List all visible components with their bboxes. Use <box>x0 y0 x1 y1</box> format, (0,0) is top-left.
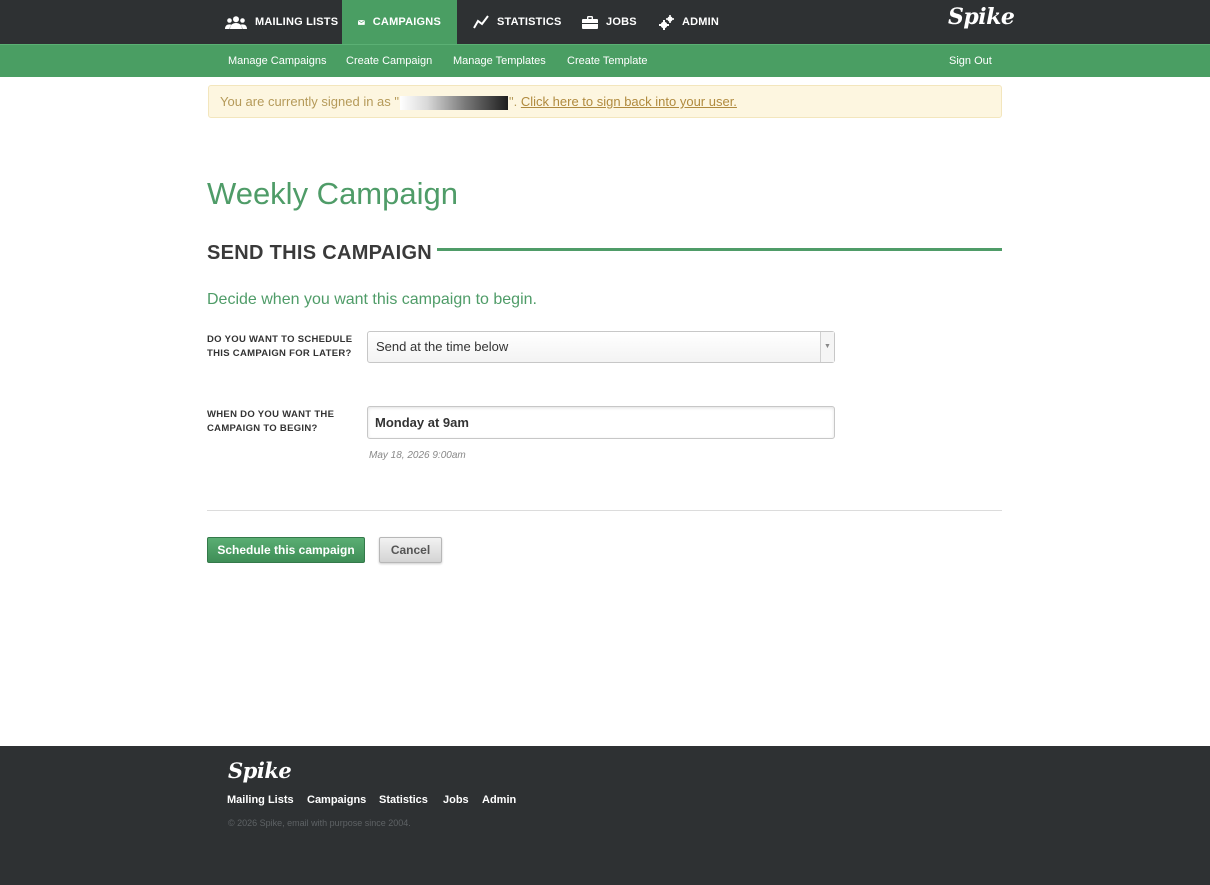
nav-statistics-label: STATISTICS <box>497 16 562 28</box>
schedule-label: DO YOU WANT TO SCHEDULE THIS CAMPAIGN FO… <box>207 334 353 359</box>
footer: Spike Mailing Lists Campaigns Statistics… <box>0 746 1210 885</box>
begin-time-input[interactable] <box>367 406 835 439</box>
footer-link-campaigns[interactable]: Campaigns <box>307 794 366 806</box>
schedule-select[interactable]: Send at the time below ▼ <box>367 331 835 363</box>
sub-navigation: Manage Campaigns Create Campaign Manage … <box>0 44 1210 77</box>
spike-logo[interactable]: Spike <box>948 4 1015 30</box>
chevron-down-icon: ▼ <box>824 343 831 350</box>
envelope-icon <box>358 19 365 25</box>
nav-mailing-lists[interactable]: MAILING LISTS <box>225 0 338 44</box>
alert-suffix: ". <box>509 94 521 109</box>
nav-admin[interactable]: ADMIN <box>659 0 719 44</box>
impersonation-alert: You are currently signed in as " ". Click… <box>208 85 1002 118</box>
footer-link-mailing-lists[interactable]: Mailing Lists <box>227 794 294 806</box>
subnav-create-campaign[interactable]: Create Campaign <box>346 45 432 78</box>
intro-text: Decide when you want this campaign to be… <box>207 291 537 308</box>
nav-statistics[interactable]: STATISTICS <box>473 0 562 44</box>
subnav-create-template[interactable]: Create Template <box>567 45 648 78</box>
section-title: SEND THIS CAMPAIGN <box>207 242 433 264</box>
cancel-button[interactable]: Cancel <box>379 537 442 563</box>
nav-jobs[interactable]: JOBS <box>582 0 637 44</box>
nav-campaigns[interactable]: CAMPAIGNS <box>342 0 457 44</box>
begin-label: WHEN DO YOU WANT THE CAMPAIGN TO BEGIN? <box>207 409 335 434</box>
footer-logo[interactable]: Spike <box>228 758 292 783</box>
briefcase-icon <box>582 15 598 29</box>
page-title: Weekly Campaign <box>207 176 458 211</box>
nav-jobs-label: JOBS <box>606 16 637 28</box>
nav-admin-label: ADMIN <box>682 16 720 28</box>
footer-link-admin[interactable]: Admin <box>482 794 516 806</box>
nav-mailing-lists-label: MAILING LISTS <box>255 16 339 28</box>
nav-campaigns-label: CAMPAIGNS <box>372 16 441 28</box>
sign-back-link[interactable]: Click here to sign back into your user. <box>521 94 737 109</box>
footer-copyright: © 2026 Spike, email with purpose since 2… <box>228 818 411 828</box>
begin-date-hint: May 18, 2026 9:00am <box>369 450 466 461</box>
footer-link-jobs[interactable]: Jobs <box>443 794 469 806</box>
subnav-manage-templates[interactable]: Manage Templates <box>453 45 546 78</box>
form-divider <box>207 510 1002 511</box>
select-arrow[interactable]: ▼ <box>820 332 834 362</box>
section-divider <box>437 248 1002 251</box>
redacted-username <box>400 95 509 110</box>
subnav-manage-campaigns[interactable]: Manage Campaigns <box>228 45 326 78</box>
users-icon <box>225 15 247 29</box>
schedule-select-value: Send at the time below <box>376 339 509 354</box>
top-navigation: MAILING LISTS CAMPAIGNS STATISTICS JOBS … <box>0 0 1210 44</box>
line-chart-icon <box>473 15 489 29</box>
schedule-campaign-button[interactable]: Schedule this campaign <box>207 537 365 563</box>
sign-out-link[interactable]: Sign Out <box>949 45 992 78</box>
alert-prefix: You are currently signed in as " <box>220 94 400 109</box>
footer-link-statistics[interactable]: Statistics <box>379 794 428 806</box>
gears-icon <box>659 14 674 30</box>
